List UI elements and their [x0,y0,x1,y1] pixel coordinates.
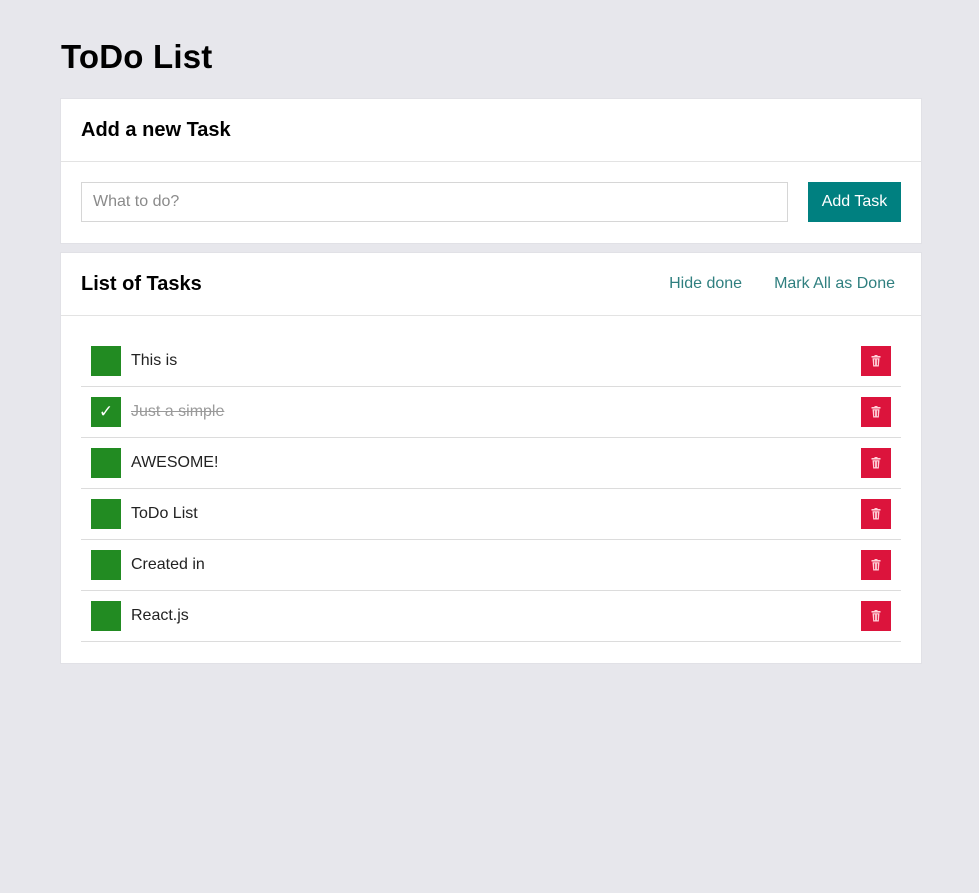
add-task-button[interactable]: Add Task [808,182,901,222]
task-list-actions: Hide done Mark All as Done [669,275,895,293]
mark-all-done-button[interactable]: Mark All as Done [774,275,895,293]
trash-icon [871,355,881,367]
delete-task-button[interactable] [861,448,891,478]
delete-task-button[interactable] [861,346,891,376]
task-text: AWESOME! [131,454,219,471]
task-done-toggle[interactable] [91,499,121,529]
task-item: This is [81,336,901,387]
task-text: Just a simple [131,403,225,420]
task-list-heading: List of Tasks [81,272,202,295]
trash-icon [871,559,881,571]
app-root: ToDo List Add a new Task Add Task List o… [0,0,979,893]
delete-task-button[interactable] [861,550,891,580]
task-list-panel: List of Tasks Hide done Mark All as Done… [61,253,921,663]
checkmark-icon: ✓ [98,402,114,421]
task-done-toggle[interactable] [91,550,121,580]
trash-icon [871,508,881,520]
page-title: ToDo List [61,38,213,75]
task-text: React.js [131,607,189,624]
task-item: Created in [81,540,901,591]
delete-task-button[interactable] [861,601,891,631]
add-task-header: Add a new Task [61,99,921,162]
task-input[interactable] [81,182,788,222]
task-item: React.js [81,591,901,642]
hide-done-button[interactable]: Hide done [669,275,742,293]
add-task-form: Add Task [61,162,921,242]
task-list: This is ✓ Just a simple AWESOME! ToDo List Cr… [61,316,921,642]
task-done-toggle[interactable] [91,448,121,478]
task-text: ToDo List [131,505,198,522]
task-text: Created in [131,556,205,573]
delete-task-button[interactable] [861,499,891,529]
task-done-toggle[interactable] [91,601,121,631]
task-item: ✓ Just a simple [81,387,901,438]
delete-task-button[interactable] [861,397,891,427]
task-done-toggle[interactable] [91,346,121,376]
trash-icon [871,610,881,622]
trash-icon [871,406,881,418]
task-done-toggle[interactable]: ✓ [91,397,121,427]
add-task-panel: Add a new Task Add Task [61,99,921,243]
task-item: AWESOME! [81,438,901,489]
task-list-header: List of Tasks Hide done Mark All as Done [61,253,921,316]
task-text: This is [131,352,178,369]
task-item: ToDo List [81,489,901,540]
add-task-heading: Add a new Task [81,118,231,141]
trash-icon [871,457,881,469]
